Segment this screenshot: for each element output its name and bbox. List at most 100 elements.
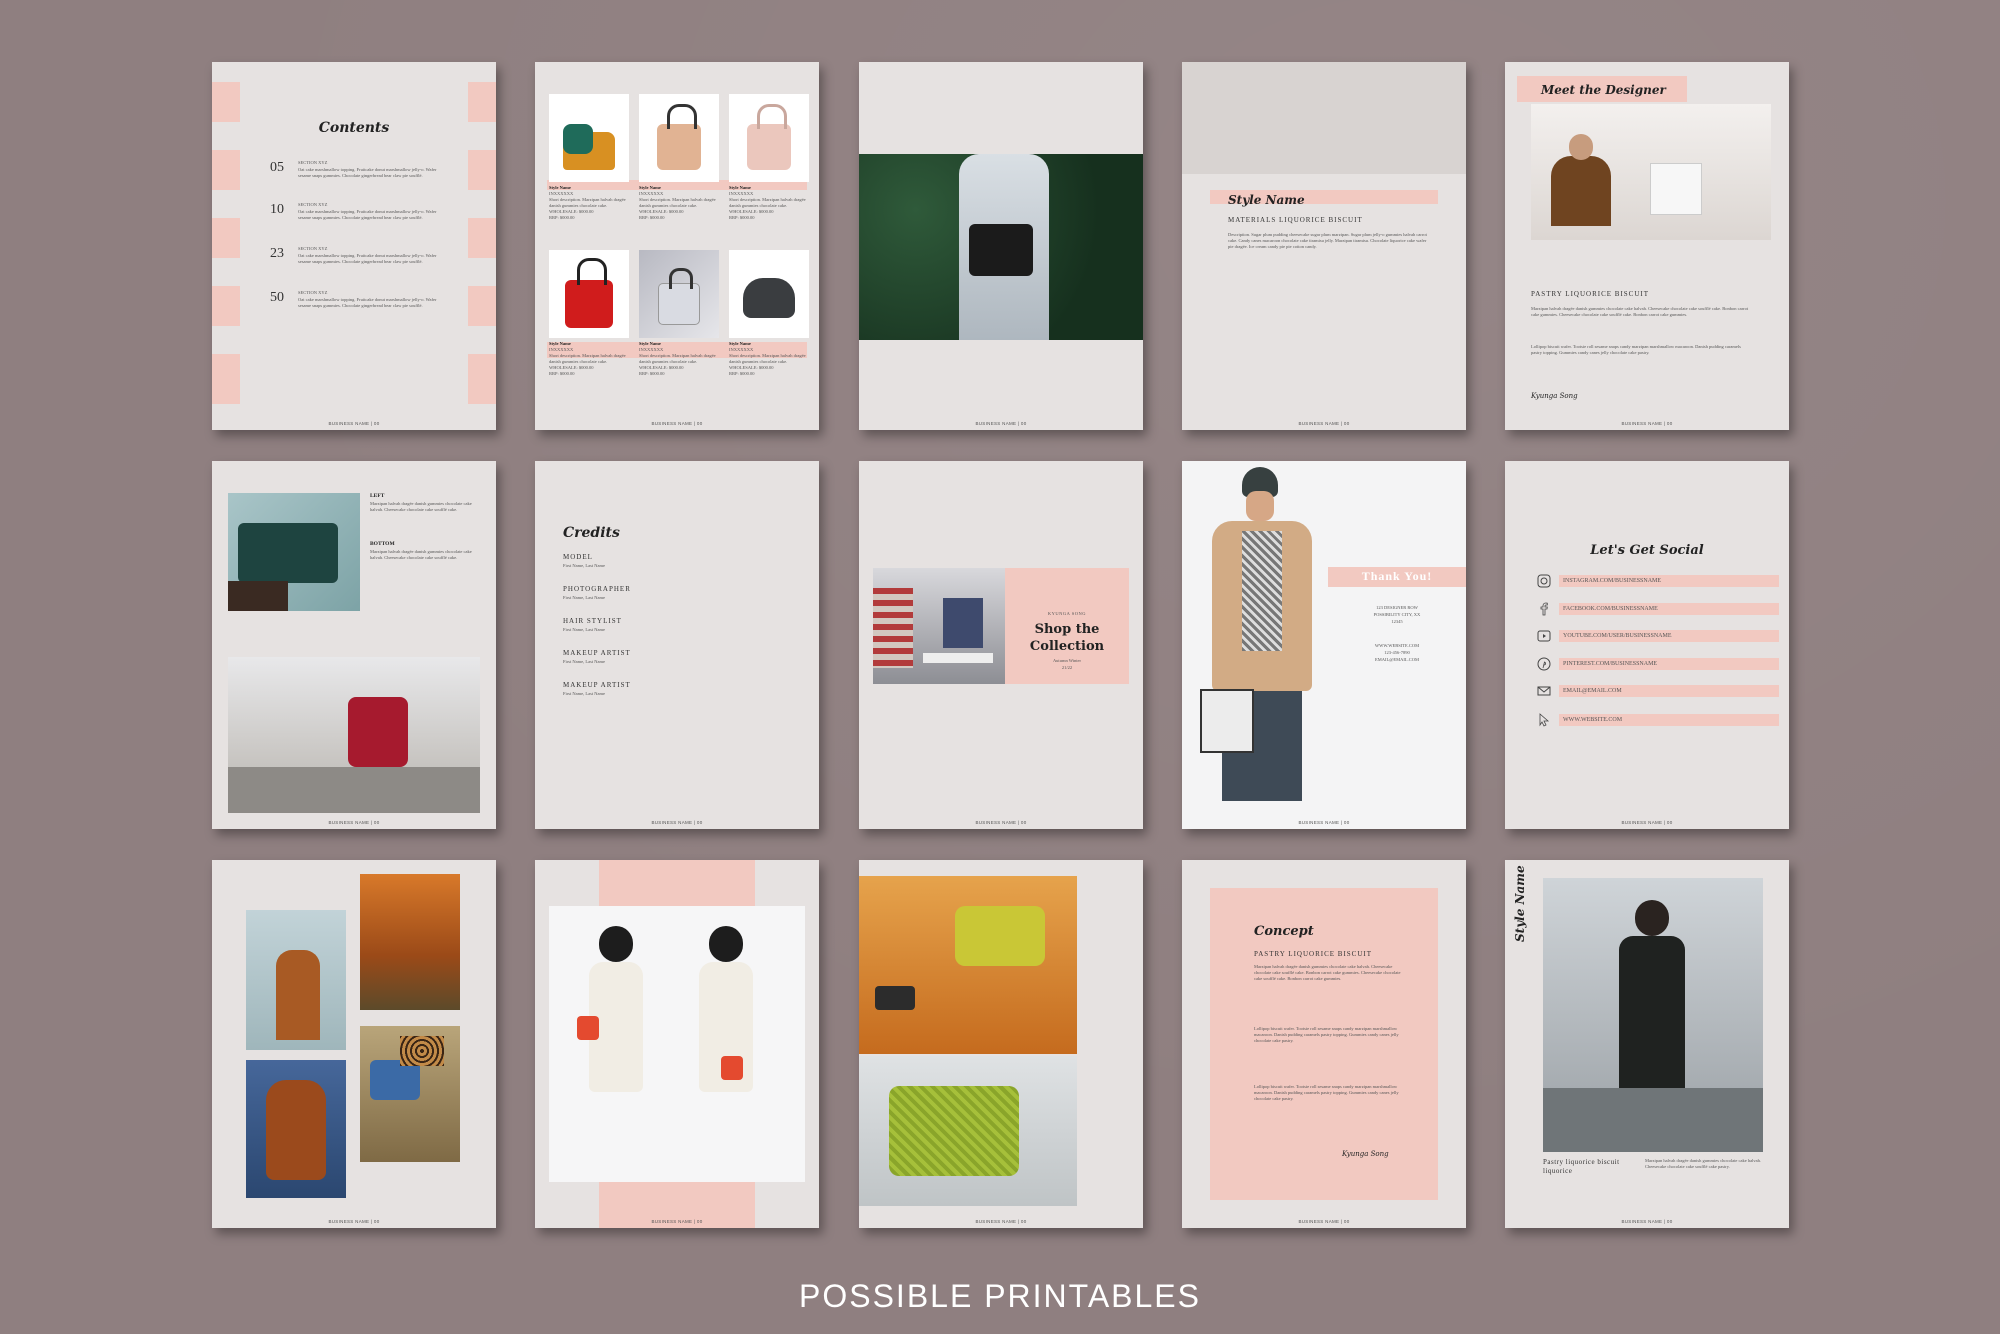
product-desc: Short description. Marzipan halvah dragé… [549, 197, 626, 208]
credit-role: MAKEUP ARTIST [563, 649, 631, 657]
concept-para1: Marzipan halvah dragée danish gummies ch… [1254, 964, 1401, 981]
bottom-label: BOTTOM [370, 541, 395, 547]
page-meet-designer: Meet the Designer PASTRY LIQUORICE BISCU… [1505, 62, 1789, 430]
page-footer: BUSINESS NAME | 00 [1298, 820, 1350, 825]
page-feature-photo: BUSINESS NAME | 00 [859, 62, 1143, 430]
concept-signature: Kyunga Song [1342, 1150, 1389, 1158]
entry-number: 05 [270, 160, 284, 175]
page-collage: BUSINESS NAME | 00 [212, 860, 496, 1228]
product-desc: Short description. Marzipan halvah dragé… [729, 353, 806, 364]
designer-para2: Lollipop biscuit wafer. Tootsie roll ses… [1531, 344, 1741, 355]
page-style-vertical: Style Name Pastry liquorice biscuit liqu… [1505, 860, 1789, 1228]
page-left-bottom: LEFT Marzipan halvah dragée danish gummi… [212, 461, 496, 829]
left-desc: Marzipan halvah dragée danish gummies ch… [370, 501, 472, 512]
collection-title-line1: Shop the [1034, 622, 1100, 637]
designer-signature: Kyunga Song [1531, 392, 1578, 400]
product-card: Style Name INXXXXXX Short description. M… [639, 94, 719, 221]
page-shop-collection: KYUNGA SONG Shop the Collection Autumn W… [859, 461, 1143, 829]
email-icon [1537, 686, 1551, 696]
social-title: Let's Get Social [1590, 543, 1704, 558]
product-rrp: RRP: $000.00 [729, 371, 755, 376]
designer-para1: Marzipan halvah dragée danish gummies ch… [1531, 306, 1749, 317]
product-desc: Short description. Marzipan halvah dragé… [639, 197, 716, 208]
social-link: FACEBOOK.COM/BUSINESSNAME [1559, 603, 1779, 617]
entry-desc: Oat cake marshmallow topping. Fruitcake … [298, 297, 437, 308]
credits-title: Credits [563, 525, 620, 541]
social-link-text: PINTEREST.COM/BUSINESSNAME [1563, 661, 1658, 667]
entry-section: SECTION XYZ [298, 160, 328, 165]
credit-name: First Name, Last Name [563, 563, 605, 568]
credit-entry: PHOTOGRAPHER First Name, Last Name [563, 585, 631, 601]
pinterest-icon [1537, 657, 1551, 671]
social-link: EMAIL@EMAIL.COM [1559, 685, 1779, 699]
social-link-text: YOUTUBE.COM/USER/BUSINESSNAME [1563, 633, 1672, 639]
credit-name: First Name, Last Name [563, 595, 605, 600]
page-footer: BUSINESS NAME | 00 [1298, 1219, 1350, 1224]
page-footer: BUSINESS NAME | 00 [975, 421, 1027, 426]
style-title: Style Name [1228, 193, 1305, 207]
product-rrp: RRP: $000.00 [639, 215, 665, 220]
product-rrp: RRP: $000.00 [549, 215, 575, 220]
credit-role: MODEL [563, 553, 593, 561]
social-link: INSTAGRAM.COM/BUSINESSNAME [1559, 575, 1779, 589]
credit-entry: MAKEUP ARTIST First Name, Last Name [563, 681, 631, 697]
photo-street-bag [228, 657, 480, 813]
collection-year: 21/22 [1061, 665, 1073, 670]
designer-title: Meet the Designer [1541, 83, 1666, 97]
product-card: Style Name INXXXXXX Short description. M… [729, 94, 809, 221]
contact-website: WWW.WEBSITE.COM [1374, 643, 1420, 648]
product-card: Style Name INXXXXXX Short description. M… [729, 250, 809, 377]
page-two-models: BUSINESS NAME | 00 [535, 860, 819, 1228]
page-credits: Credits MODEL First Name, Last Name PHOT… [535, 461, 819, 829]
entry-number: 23 [270, 246, 284, 261]
product-image [729, 250, 809, 338]
product-image [639, 94, 719, 182]
style-subtitle: MATERIALS LIQUORICE BISCUIT [1228, 216, 1363, 224]
left-label: LEFT [370, 493, 385, 499]
page-footer: BUSINESS NAME | 00 [1621, 820, 1673, 825]
photo-model-coat [1182, 461, 1332, 829]
photo-clutch [228, 493, 360, 611]
page-thank-you: Thank You! 123 DESIGNER ROW POSSIBILITY … [1182, 461, 1466, 829]
page-footer: BUSINESS NAME | 00 [1621, 1219, 1673, 1224]
product-desc: Short description. Marzipan halvah dragé… [549, 353, 626, 364]
credit-name: First Name, Last Name [563, 691, 605, 696]
product-desc: Short description. Marzipan halvah dragé… [729, 197, 806, 208]
page-footer: BUSINESS NAME | 00 [651, 1219, 703, 1224]
photo-leather-backpack [246, 1060, 346, 1198]
instagram-icon [1537, 574, 1551, 588]
entry-section: SECTION XYZ [298, 246, 328, 251]
concept-title: Concept [1254, 924, 1314, 939]
collection-season: Autumn Winter [1052, 658, 1082, 663]
entry-number: 50 [270, 290, 284, 305]
page-footer: BUSINESS NAME | 00 [975, 1219, 1027, 1224]
entry-section: SECTION XYZ [298, 290, 328, 295]
designer-subtitle: PASTRY LIQUORICE BISCUIT [1531, 290, 1649, 298]
style-description: Description. Sugar plum pudding cheeseca… [1228, 232, 1427, 249]
vertical-style-title: Style Name [1513, 865, 1527, 942]
page-style-name: Style Name MATERIALS LIQUORICE BISCUIT D… [1182, 62, 1466, 430]
page-bag-photos: BUSINESS NAME | 00 [859, 860, 1143, 1228]
credit-entry: HAIR STYLIST First Name, Last Name [563, 617, 622, 633]
vertical-caption: Pastry liquorice biscuit liquorice [1543, 1158, 1620, 1175]
social-link-text: FACEBOOK.COM/BUSINESSNAME [1563, 606, 1658, 612]
product-card: Style Name INXXXXXX Short description. M… [549, 94, 629, 221]
address-line1: 123 DESIGNER ROW [1376, 605, 1418, 610]
page-footer: BUSINESS NAME | 00 [975, 820, 1027, 825]
photo-designer [1531, 104, 1771, 240]
youtube-icon [1537, 630, 1551, 642]
credit-role: HAIR STYLIST [563, 617, 622, 625]
entry-desc: Oat cake marshmallow topping. Fruitcake … [298, 167, 437, 178]
credit-name: First Name, Last Name [563, 627, 605, 632]
product-card: Style Name INXXXXXX Short description. M… [639, 250, 719, 377]
social-link-text: EMAIL@EMAIL.COM [1563, 688, 1622, 694]
bottom-desc: Marzipan halvah dragée danish gummies ch… [370, 549, 472, 560]
page-footer: BUSINESS NAME | 00 [651, 421, 703, 426]
bottom-caption: POSSIBLE PRINTABLES [799, 1278, 1201, 1314]
product-image [639, 250, 719, 338]
page-footer: BUSINESS NAME | 00 [328, 1219, 380, 1224]
page-social: Let's Get Social INSTAGRAM.COM/BUSINESSN… [1505, 461, 1789, 829]
social-link: PINTEREST.COM/BUSINESSNAME [1559, 658, 1779, 672]
address-line3: 12345 [1391, 619, 1403, 624]
contact-email: EMAIL@EMAIL.COM [1374, 657, 1419, 662]
